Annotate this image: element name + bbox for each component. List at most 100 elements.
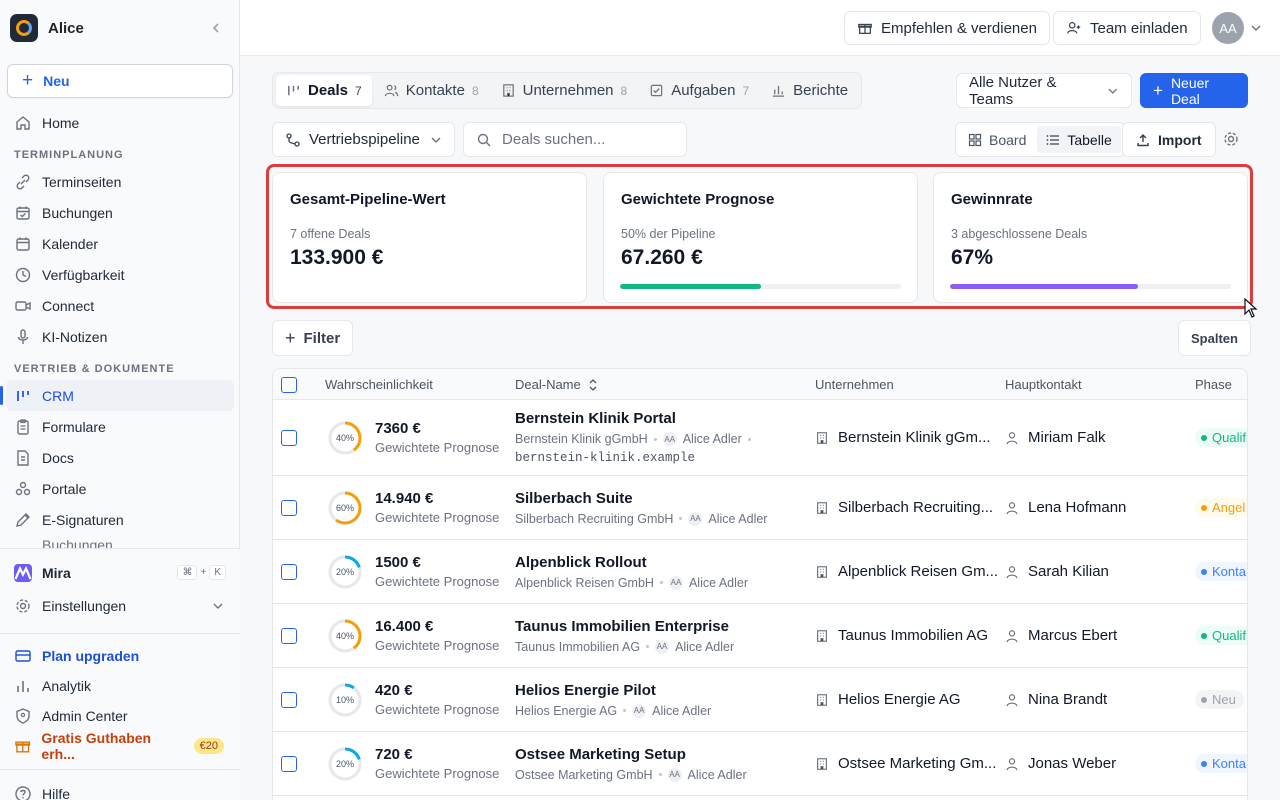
contact-cell[interactable]: Miriam Falk [1005, 400, 1106, 475]
phase-badge[interactable]: Konta [1195, 562, 1247, 581]
col-contact[interactable]: Hauptkontakt [1005, 369, 1082, 400]
sidebar-item-portale[interactable]: Portale [0, 473, 240, 504]
tab-berichte[interactable]: Berichte [761, 75, 858, 106]
tab-deals[interactable]: Deals 7 [276, 75, 372, 106]
phase-badge[interactable]: Qualif [1195, 626, 1247, 645]
company-cell[interactable]: Taunus Immobilien AG [815, 604, 988, 667]
deal-name[interactable]: Silberbach Suite [515, 490, 767, 507]
deal-name[interactable]: Taunus Immobilien Enterprise [515, 618, 734, 635]
tab-aufgaben[interactable]: Aufgaben 7 [639, 75, 759, 106]
row-checkbox[interactable] [281, 499, 297, 516]
col-company[interactable]: Unternehmen [815, 369, 894, 400]
sidebar-item-verf-gbarkeit[interactable]: Verfügbarkeit [0, 259, 240, 290]
company-cell[interactable]: Bernstein Klinik gGm... [815, 400, 991, 475]
settings-gear-icon[interactable] [1222, 130, 1240, 148]
sidebar-item-connect[interactable]: Connect [0, 290, 240, 321]
invite-team-button[interactable]: Team einladen [1053, 11, 1201, 45]
collapse-sidebar-icon[interactable] [209, 21, 229, 35]
phase-badge[interactable]: Angel [1195, 498, 1247, 517]
sidebar-item-kalender[interactable]: Kalender [0, 228, 240, 259]
sidebar-item-terminseiten[interactable]: Terminseiten [0, 166, 240, 197]
sort-icon[interactable] [587, 378, 599, 392]
col-probability[interactable]: Wahrscheinlichkeit [325, 369, 433, 400]
tab-kontakte[interactable]: Kontakte 8 [374, 75, 489, 106]
new-deal-button[interactable]: + Neuer Deal [1140, 73, 1248, 108]
kpi-card-weighted-forecast: Gewichtete Prognose 50% der Pipeline 67.… [603, 172, 918, 303]
sidebar-item-admin[interactable]: Admin Center [0, 700, 240, 731]
deal-name[interactable]: Ostsee Marketing Setup [515, 746, 747, 763]
import-button[interactable]: Import [1122, 122, 1216, 157]
probability-label: 40% [335, 630, 354, 641]
row-checkbox[interactable] [281, 563, 297, 580]
sidebar-item-upgrade[interactable]: Plan upgraden [0, 640, 240, 671]
column-header-label: Hauptkontakt [1005, 377, 1082, 392]
company-cell[interactable]: Alpenblick Reisen Gm... [815, 540, 998, 603]
deals-table: Wahrscheinlichkeit Deal-Name Unternehmen… [272, 368, 1248, 800]
table-row[interactable]: 40% 16.400 € Gewichtete Prognose Taunus Imm… [273, 604, 1247, 668]
row-checkbox[interactable] [281, 691, 297, 708]
sidebar-item-partial[interactable]: Buchungen [0, 535, 240, 549]
table-row[interactable]: 20% 1500 € Gewichtete Prognose Alpenblick R… [273, 540, 1247, 604]
import-label: Import [1158, 131, 1202, 148]
phase-badge[interactable]: Neu [1195, 690, 1244, 709]
row-checkbox[interactable] [281, 429, 297, 446]
columns-button[interactable]: Spalten [1178, 320, 1251, 356]
deal-name[interactable]: Helios Energie Pilot [515, 682, 711, 699]
sidebar-item-credit[interactable]: Gratis Guthaben erh... €20 [0, 730, 240, 762]
deal-name[interactable]: Alpenblick Rollout [515, 554, 748, 571]
table-row[interactable]: 10% 420 € Gewichtete Prognose Helios Energi… [273, 668, 1247, 732]
table-row[interactable]: 20% 720 € Gewichtete Prognose Ostsee Market… [273, 732, 1247, 796]
deal-name[interactable]: Bernstein Klinik Portal [515, 410, 751, 427]
sidebar-item-analytics[interactable]: Analytik [0, 670, 240, 701]
keyboard-shortcut: ⌘ + K [177, 565, 226, 580]
company-cell[interactable]: Silberbach Recruiting... [815, 476, 993, 539]
users-teams-select[interactable]: Alle Nutzer & Teams [956, 73, 1132, 108]
table-row[interactable]: 40% 7360 € Gewichtete Prognose Bernstein Kl… [273, 400, 1247, 476]
row-checkbox[interactable] [281, 627, 297, 644]
sidebar-item-e-signaturen[interactable]: E-Signaturen [0, 504, 240, 535]
contact-cell[interactable]: Jonas Weber [1005, 732, 1116, 795]
contact-cell[interactable]: Nina Brandt [1005, 668, 1107, 731]
chevron-down-icon[interactable] [1250, 22, 1262, 34]
search-input[interactable] [502, 131, 672, 148]
user-icon [1006, 565, 1018, 578]
clipboard-icon [17, 418, 29, 435]
table-row[interactable]: 60% 14.940 € Gewichtete Prognose Silberbach… [273, 476, 1247, 540]
sidebar-item-home[interactable]: Home [0, 107, 240, 138]
select-all-checkbox[interactable] [281, 376, 297, 393]
col-phase[interactable]: Phase [1195, 369, 1232, 400]
view-board-button[interactable]: Board [959, 126, 1035, 153]
sidebar-item-crm[interactable]: CRM [0, 380, 234, 411]
tab-unternehmen[interactable]: Unternehmen 8 [491, 75, 638, 106]
sidebar-item-help[interactable]: Hilfe [0, 778, 240, 800]
refer-button[interactable]: Empfehlen & verdienen [844, 11, 1050, 45]
pipeline-select[interactable]: Vertriebspipeline [272, 122, 455, 157]
sidebar-item-buchungen[interactable]: Buchungen [0, 197, 240, 228]
contact-cell[interactable]: Marcus Ebert [1005, 604, 1117, 667]
phase-badge[interactable]: Konta [1195, 754, 1247, 773]
avatar[interactable]: AA [1212, 12, 1244, 44]
kpi-highlight: Gesamt-Pipeline-Wert 7 offene Deals 133.… [266, 164, 1253, 309]
phase-label: Konta [1212, 756, 1246, 771]
sidebar-item-mira[interactable]: Mira ⌘ + K [0, 557, 240, 588]
col-deal-name[interactable]: Deal-Name [515, 369, 599, 400]
table-header: Wahrscheinlichkeit Deal-Name Unternehmen… [273, 369, 1247, 400]
company-cell[interactable]: Helios Energie AG [815, 668, 961, 731]
sidebar-item-settings[interactable]: Einstellungen [0, 590, 240, 621]
filter-button[interactable]: + Filter [272, 320, 354, 356]
sidebar-item-docs[interactable]: Docs [0, 442, 240, 473]
view-table-button[interactable]: Tabelle [1037, 126, 1121, 153]
probability-label: 40% [335, 432, 354, 443]
deal-company: Taunus Immobilien AG [515, 639, 641, 654]
row-checkbox[interactable] [281, 755, 297, 772]
new-button[interactable]: + Neu [7, 64, 233, 98]
app-logo[interactable] [10, 14, 38, 42]
contact-cell[interactable]: Lena Hofmann [1005, 476, 1126, 539]
sidebar-item-formulare[interactable]: Formulare [0, 411, 240, 442]
sidebar-item-ki-notizen[interactable]: KI-Notizen [0, 321, 240, 352]
sidebar-item-label: Plan upgraden [42, 647, 140, 664]
phase-badge[interactable]: Qualif [1195, 428, 1247, 447]
contact-cell[interactable]: Sarah Kilian [1005, 540, 1109, 603]
workspace-name[interactable]: Alice [48, 20, 199, 37]
company-cell[interactable]: Ostsee Marketing Gm... [815, 732, 996, 795]
